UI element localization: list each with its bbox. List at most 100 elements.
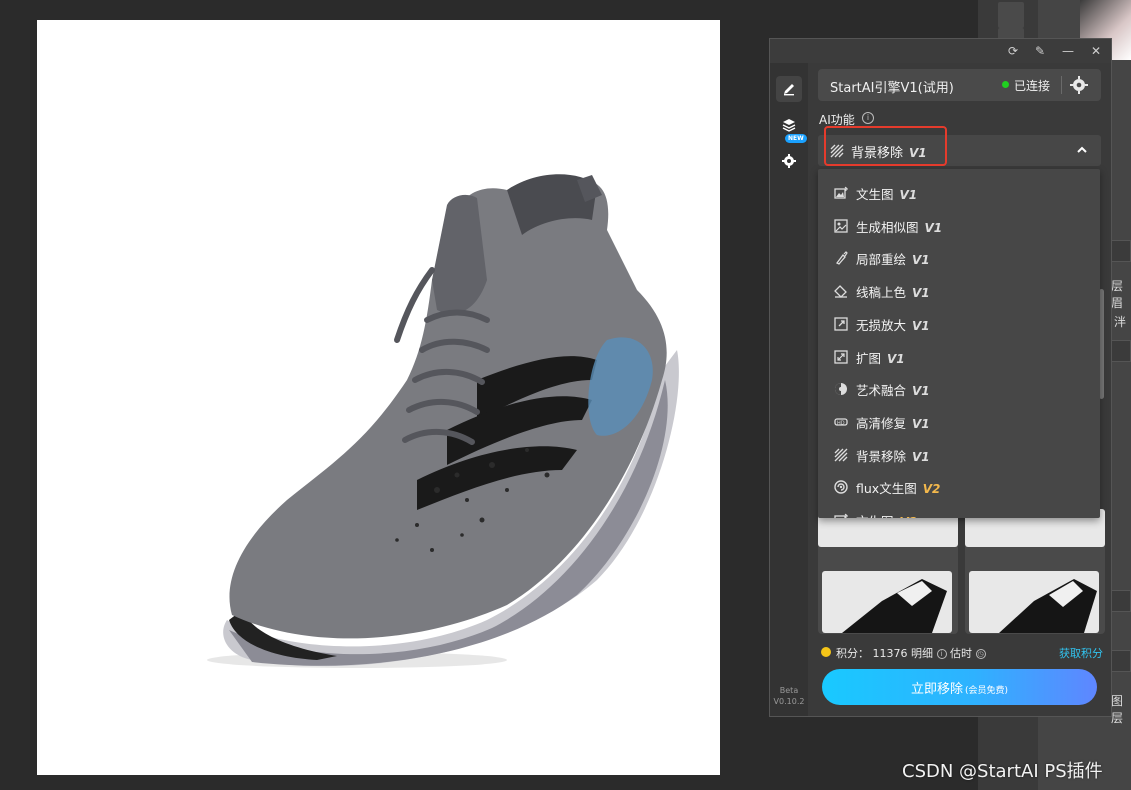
fill-bucket-icon xyxy=(834,285,847,299)
feature-option-label: 线稿上色 V1 xyxy=(856,282,930,301)
feature-name: 无损放大 xyxy=(856,317,907,333)
credits-value: 11376 xyxy=(872,647,908,660)
feature-version-tag: V1 xyxy=(912,253,930,268)
feature-option[interactable]: flux文生图 V2 xyxy=(818,471,1100,503)
feature-name: 扩图 xyxy=(856,350,882,366)
outpaint-icon xyxy=(834,349,848,364)
feature-version-tag: V1 xyxy=(924,220,943,235)
panel-titlebar: ⟳ ✎ — ✕ xyxy=(770,39,1111,63)
credits-label: 积分： xyxy=(836,647,869,660)
gear-icon xyxy=(782,154,796,168)
feature-version-tag: V1 xyxy=(912,449,930,464)
feature-version-tag: V1 xyxy=(912,286,930,301)
text-to-image-icon xyxy=(834,186,848,199)
estimate-label: 估时 xyxy=(950,647,972,660)
panel-sidebar: NEW Beta V0.10.2 xyxy=(770,63,808,716)
credits-text: 积分： 11376 明细 i 估时 ◷ xyxy=(836,645,986,661)
info-icon[interactable]: i xyxy=(862,112,874,124)
feature-name: 生成相似图 xyxy=(856,219,919,235)
selection-highlight-box xyxy=(824,126,947,166)
feature-option-label: 局部重绘 V1 xyxy=(856,249,930,268)
feature-option[interactable]: 线稿上色 V1 xyxy=(818,275,1100,307)
feature-option[interactable]: 生成相似图 V1 xyxy=(818,210,1100,242)
feature-option-label: 背景移除 V1 xyxy=(856,446,930,465)
feature-name: 文生图 xyxy=(856,187,894,202)
feature-option[interactable]: 文生图 V1 xyxy=(818,177,1100,209)
close-icon[interactable]: ✕ xyxy=(1088,43,1104,59)
svg-text:HD: HD xyxy=(837,420,845,426)
engine-selector[interactable]: StartAI引擎V1(试用) 已连接 xyxy=(818,69,1101,101)
document-canvas[interactable] xyxy=(37,20,720,775)
background-remove-icon xyxy=(834,448,848,462)
clock-icon[interactable]: ◷ xyxy=(975,649,986,659)
action-button-label: 立即移除 xyxy=(910,681,963,697)
info-icon[interactable]: i xyxy=(936,649,947,659)
feature-name: 线稿上色 xyxy=(856,285,907,301)
connection-status: 已连接 xyxy=(1014,79,1051,93)
sneaker-image xyxy=(207,174,679,668)
ps-brush-tool-icon[interactable] xyxy=(998,2,1024,28)
feature-name: 局部重绘 xyxy=(856,252,907,268)
feature-option-label: 扩图 V1 xyxy=(856,348,905,367)
feature-version-tag: V1 xyxy=(887,351,905,366)
feature-option[interactable]: 艺术融合 V1 xyxy=(818,373,1100,405)
feature-option[interactable]: HD 高清修复 V1 xyxy=(818,406,1100,438)
feature-version-tag: V1 xyxy=(912,384,930,399)
ps-image-label: 图层 xyxy=(1111,694,1124,725)
similar-image-icon xyxy=(834,219,848,233)
coin-icon xyxy=(821,647,831,657)
minimize-icon[interactable]: — xyxy=(1060,43,1076,59)
feature-option[interactable]: 扩图 V1 xyxy=(818,341,1100,373)
feature-version-tag: V2 xyxy=(900,515,918,518)
remove-now-button[interactable]: 立即移除 (会员免费) xyxy=(822,669,1097,705)
feature-option[interactable]: 局部重绘 V1 xyxy=(818,242,1100,274)
thumbnail-image xyxy=(822,571,952,633)
art-fusion-icon xyxy=(835,383,847,396)
feature-version-tag: V2 xyxy=(922,482,941,497)
get-credits-link[interactable]: 获取积分 xyxy=(1059,645,1103,661)
feature-option[interactable]: 无损放大 V1 xyxy=(818,308,1100,340)
feature-option-label: 高清修复 V1 xyxy=(856,413,930,432)
engine-name: StartAI引擎V1(试用) xyxy=(830,81,954,96)
feature-version-tag: V1 xyxy=(912,318,930,333)
chevron-up-icon xyxy=(1077,146,1087,153)
details-link[interactable]: 明细 xyxy=(911,647,933,660)
thumbnail-image xyxy=(969,571,1099,633)
feature-option-label: 文生图 V2 xyxy=(856,511,917,518)
inpaint-brush-icon xyxy=(836,251,848,266)
feature-version-tag: V1 xyxy=(912,416,930,431)
feature-option-label: 艺术融合 V1 xyxy=(856,380,930,399)
pen-icon xyxy=(784,84,794,96)
feature-option[interactable]: 文生图 V2 xyxy=(818,504,1100,518)
credits-bar: 积分： 11376 明细 i 估时 ◷ 获取积分 xyxy=(818,643,1103,661)
upscale-icon xyxy=(834,317,848,331)
feature-name: 文生图 xyxy=(856,514,894,518)
thumbnail-shoe xyxy=(999,579,1097,633)
thumbnail-shoe xyxy=(842,579,947,633)
sidebar-settings-button[interactable] xyxy=(776,148,802,174)
ps-partial-label: 泮 xyxy=(1114,315,1127,329)
ps-layers-label: 层眉 xyxy=(1111,279,1124,310)
feature-option[interactable]: 背景移除 V1 xyxy=(818,439,1100,471)
feature-dropdown: 文生图 V1 生成相似图 V1 局部重绘 V1 线稿上色 V1 无损放大 V1 扩图 V1 艺术融合 V1… xyxy=(818,169,1100,518)
layers-icon xyxy=(782,119,796,132)
feature-name: 背景移除 xyxy=(856,448,907,464)
watermark: CSDN @StartAI PS插件 xyxy=(902,761,1103,782)
feature-option-label: 无损放大 V1 xyxy=(856,315,930,334)
connection-status-dot xyxy=(1002,81,1009,88)
feature-version-tag: V1 xyxy=(899,188,918,202)
action-button-sub: (会员免费) xyxy=(964,685,1009,696)
result-thumbnail-4[interactable] xyxy=(965,569,1105,634)
result-thumbnail-3[interactable] xyxy=(818,569,958,634)
refresh-icon[interactable]: ⟳ xyxy=(1005,43,1021,59)
engine-settings-icon[interactable] xyxy=(1069,75,1091,95)
feature-name: 高清修复 xyxy=(856,415,907,431)
feature-option-label: flux文生图 V2 xyxy=(856,478,940,497)
version-number: V0.10.2 xyxy=(773,697,805,706)
new-badge: NEW xyxy=(785,134,807,143)
feature-option-label: 生成相似图 V1 xyxy=(856,217,942,236)
text-to-image-icon xyxy=(834,513,848,518)
pin-icon[interactable]: ✎ xyxy=(1032,43,1048,59)
sidebar-ai-tools-button[interactable] xyxy=(776,76,802,102)
flux-icon xyxy=(834,480,848,494)
